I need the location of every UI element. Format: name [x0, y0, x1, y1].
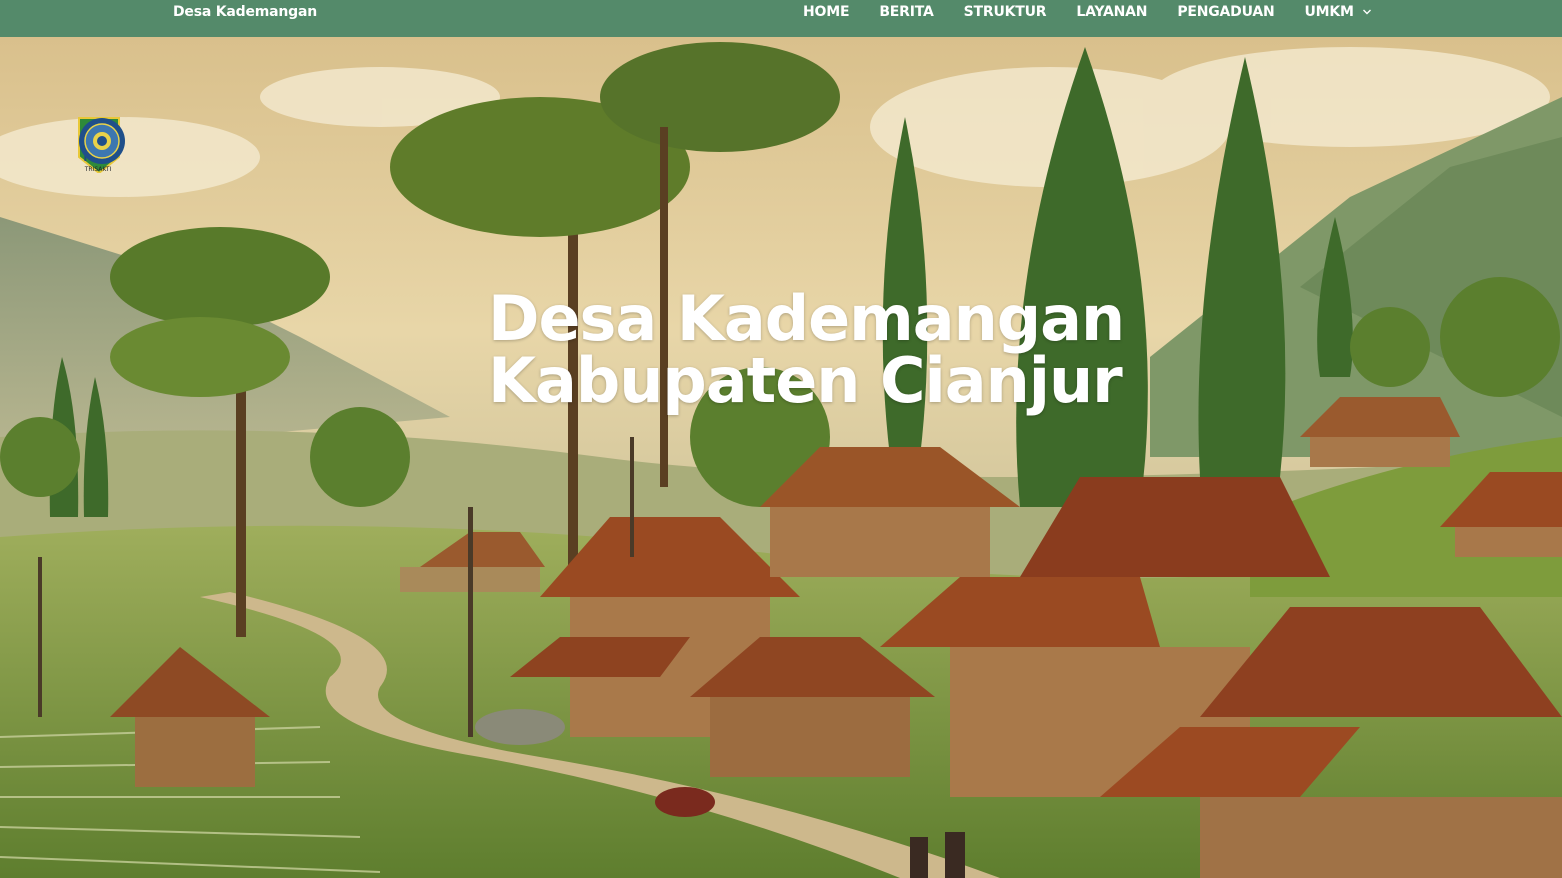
- main-nav: HOME BERITA STRUKTUR LAYANAN PENGADUAN U…: [803, 3, 1372, 21]
- hero-title-line1: Desa Kademangan: [488, 282, 1125, 355]
- nav-struktur[interactable]: STRUKTUR: [964, 3, 1047, 21]
- hero-title-line2: Kabupaten Cianjur: [488, 344, 1123, 417]
- village-landscape-illustration: [0, 37, 1562, 878]
- nav-pengaduan-label: PENGADUAN: [1177, 4, 1275, 20]
- site-brand[interactable]: Desa Kademangan: [173, 3, 317, 21]
- university-seal-icon: [79, 118, 125, 164]
- nav-home-label: HOME: [803, 4, 850, 20]
- hero-banner: ITL TRISAKTI Desa Kademangan Kabupaten C…: [0, 37, 1562, 878]
- nav-umkm-label: UMKM: [1304, 4, 1354, 20]
- nav-layanan[interactable]: LAYANAN: [1076, 3, 1147, 21]
- nav-home[interactable]: HOME: [803, 3, 850, 21]
- chevron-down-icon: [1362, 9, 1371, 15]
- nav-pengaduan[interactable]: PENGADUAN: [1177, 3, 1274, 21]
- hero-title: Desa Kademangan Kabupaten Cianjur: [488, 282, 1125, 417]
- nav-umkm-dropdown[interactable]: UMKM: [1305, 3, 1372, 21]
- nav-struktur-label: STRUKTUR: [963, 4, 1047, 20]
- top-navbar: Desa Kademangan HOME BERITA STRUKTUR LAY…: [0, 0, 1562, 37]
- nav-berita[interactable]: BERITA: [879, 3, 934, 21]
- svg-text:TRISAKTI: TRISAKTI: [84, 166, 112, 173]
- nav-berita-label: BERITA: [879, 4, 934, 20]
- nav-layanan-label: LAYANAN: [1076, 4, 1148, 20]
